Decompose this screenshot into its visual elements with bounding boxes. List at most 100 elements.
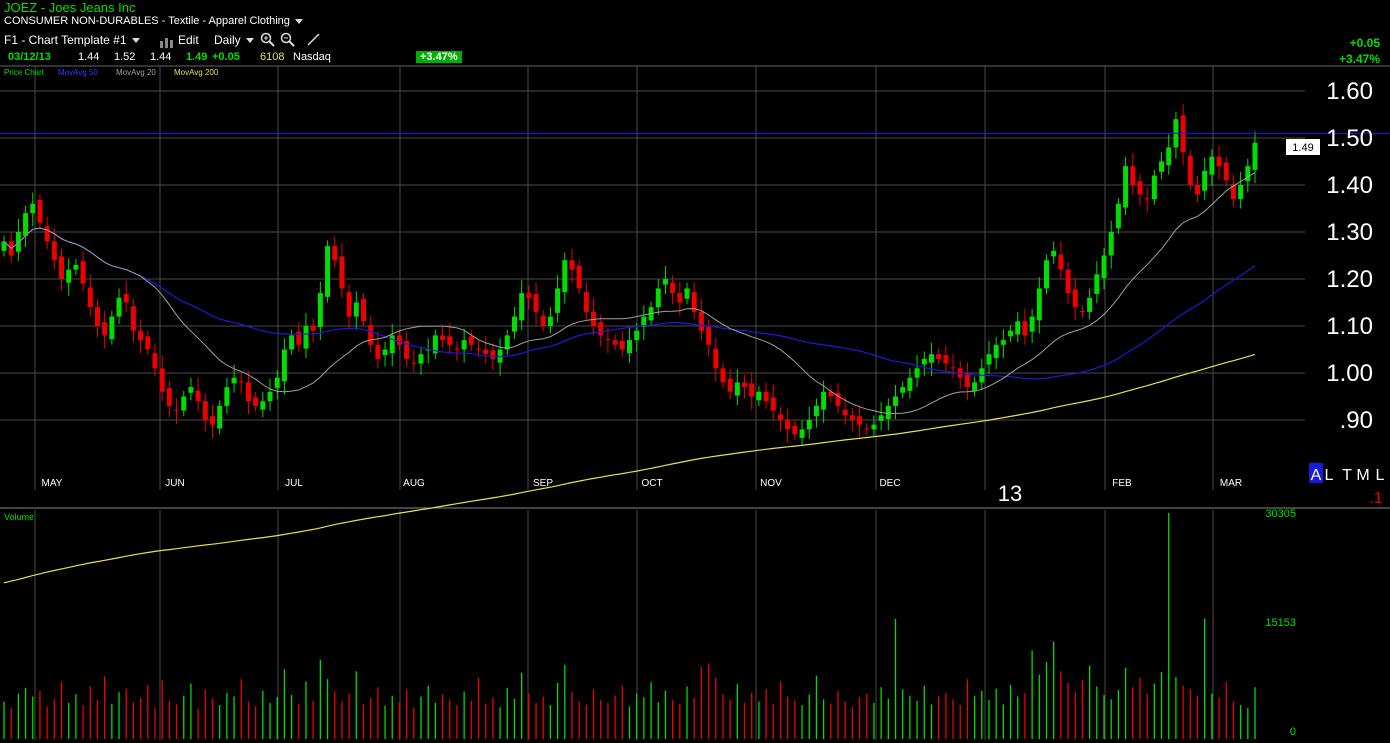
- candle-body: [1238, 185, 1244, 200]
- date-tick-label: DEC: [879, 478, 900, 489]
- volume-tick-label: 15153: [1265, 617, 1296, 629]
- candle-body: [1022, 321, 1028, 336]
- candle-body: [713, 348, 719, 369]
- candle-body: [260, 401, 266, 410]
- candle-body: [159, 368, 165, 392]
- candle-body: [1108, 232, 1114, 256]
- candle-body: [770, 397, 776, 411]
- candle-body: [1094, 274, 1100, 295]
- candle-body: [907, 377, 913, 391]
- candle-body: [972, 382, 978, 391]
- volume-axis: 30305 15153 0: [1265, 508, 1296, 738]
- candle-body: [993, 344, 999, 358]
- candle-body: [1166, 147, 1172, 166]
- candle-body: [360, 298, 366, 322]
- candle-body: [1187, 155, 1193, 185]
- candle-body: [1000, 340, 1006, 345]
- candle-body: [821, 391, 827, 410]
- candle-body: [605, 339, 611, 341]
- candle-body: [1137, 181, 1143, 195]
- candle-body: [210, 416, 215, 425]
- candle-body: [1216, 156, 1222, 167]
- candle-body: [555, 288, 561, 313]
- candle-body: [30, 203, 36, 214]
- candle-body: [799, 429, 805, 438]
- candle-body: [454, 348, 460, 350]
- grid-lines: [0, 66, 1305, 740]
- candle-body: [871, 424, 877, 430]
- last-price-text: 1.49: [1292, 142, 1313, 154]
- candle-body: [353, 302, 359, 317]
- candle-body: [66, 269, 72, 283]
- candle-body: [792, 425, 798, 435]
- candle-body: [123, 294, 129, 303]
- candle-body: [1051, 250, 1057, 257]
- candle-body: [44, 226, 50, 242]
- candle-body: [655, 288, 661, 308]
- candle-body: [684, 288, 690, 299]
- candle-body: [1130, 166, 1136, 185]
- candle-body: [986, 354, 992, 365]
- candle-body: [1008, 330, 1014, 337]
- corner-buttons[interactable]: A L T M L .1: [1309, 463, 1385, 507]
- candle-body: [202, 401, 208, 420]
- candle-body: [706, 326, 712, 345]
- corner-l: L: [1325, 467, 1334, 484]
- candle-body: [936, 354, 942, 359]
- candle-body: [476, 348, 482, 350]
- candle-body: [598, 322, 604, 336]
- date-axis: MAY JUN JUL AUG SEP OCT NOV DEC FEB MAR: [42, 478, 1243, 489]
- last-price-tag: 1.49: [1286, 139, 1320, 155]
- candle-body: [849, 415, 855, 420]
- candle-body: [152, 353, 158, 369]
- date-tick-label: OCT: [641, 478, 662, 489]
- candle-body: [382, 349, 388, 356]
- candle-body: [310, 326, 316, 331]
- candle-body: [145, 336, 151, 350]
- candle-body: [325, 246, 331, 297]
- candle-body: [1194, 185, 1200, 195]
- candle-body: [281, 349, 287, 382]
- candle-body: [217, 405, 223, 429]
- candle-body: [109, 316, 115, 340]
- corner-a: A: [1311, 467, 1322, 484]
- candle-body: [411, 362, 417, 364]
- candle-body: [943, 355, 949, 364]
- candle-body: [224, 387, 230, 406]
- candle-body: [166, 388, 172, 406]
- candle-body: [777, 414, 783, 420]
- price-tick-label: 1.50: [1326, 125, 1373, 152]
- candle-body: [720, 368, 726, 383]
- candle-body: [440, 335, 446, 341]
- volume-label: Volume: [4, 512, 34, 522]
- candle-body: [742, 382, 748, 388]
- candle-body: [727, 378, 733, 392]
- price-tick-label: 1.20: [1326, 266, 1373, 293]
- candle-body: [468, 336, 474, 345]
- candle-body: [511, 316, 517, 332]
- candle-body: [885, 405, 891, 420]
- candle-body: [864, 428, 870, 430]
- candle-body: [368, 325, 374, 345]
- price-tick-label: 1.10: [1326, 313, 1373, 340]
- candle-body: [519, 293, 525, 321]
- candle-body: [619, 341, 625, 350]
- candle-body: [813, 405, 819, 417]
- candle-body: [1144, 198, 1150, 200]
- candle-body: [73, 264, 79, 270]
- price-volume-chart[interactable]: 1.60 1.50 1.40 1.30 1.20 1.10 1.00 .90 MAY JUN JU…: [0, 0, 1390, 743]
- candle-body: [1044, 260, 1049, 289]
- candle-body: [94, 307, 100, 326]
- candle-body: [375, 344, 381, 359]
- date-tick-label: JUL: [285, 478, 303, 489]
- candle-body: [547, 316, 553, 326]
- candle-body: [893, 396, 899, 406]
- candle-body: [317, 293, 323, 327]
- candle-body: [181, 396, 187, 411]
- candle-body: [116, 297, 122, 317]
- candle-body: [677, 293, 683, 303]
- candle-body: [447, 336, 453, 345]
- candle-body: [1151, 175, 1157, 200]
- candle-body: [289, 335, 295, 350]
- price-tick-label: 1.40: [1326, 172, 1373, 199]
